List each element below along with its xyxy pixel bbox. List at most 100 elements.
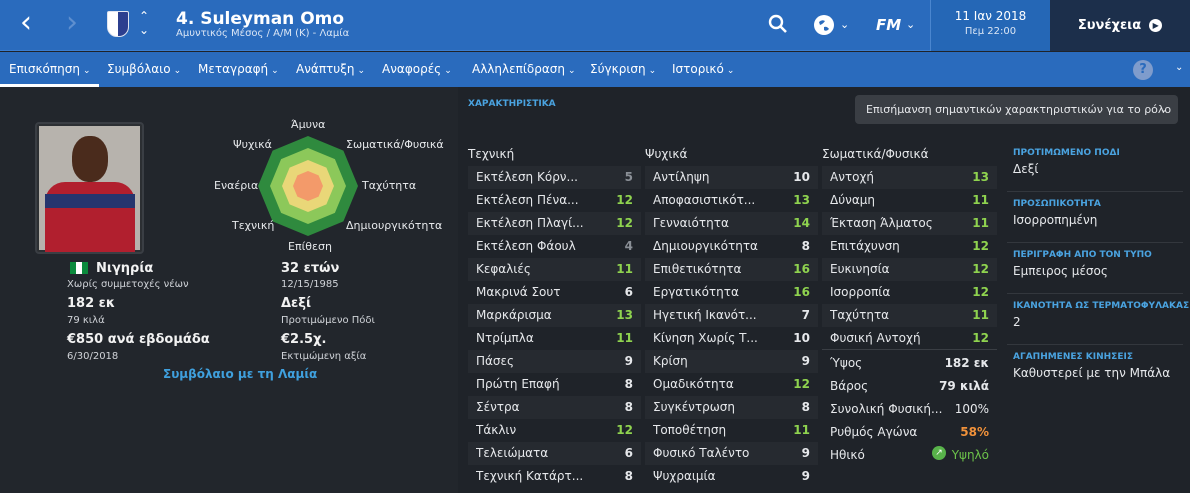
top-bar: ‹ › ⌃ ⌄ 4. Suleyman Omo Αμυντικός Μέσος /…: [0, 0, 1190, 51]
player-subtitle: Αμυντικός Μέσος / Α/Μ (Κ) - Λαμία: [176, 28, 350, 39]
continue-button[interactable]: Συνέχεια ▶: [1050, 0, 1190, 51]
tab-transfer[interactable]: Μεταγραφή ⌄: [198, 52, 279, 87]
attribute-value: 12: [616, 193, 633, 207]
chevron-down-icon: ⌄: [82, 66, 91, 76]
info-value: Δεξί: [1013, 162, 1039, 176]
divider: [1007, 191, 1183, 192]
tab-contract[interactable]: Συμβόλαιο ⌄: [107, 52, 181, 87]
chevron-down-icon: ⌄: [726, 66, 735, 76]
technical-attribute-row: Εκτέλεση Κόρν... 5: [468, 166, 641, 189]
attribute-value: 13: [793, 193, 810, 207]
physical-attribute-row: Ισορροπία 12: [822, 281, 997, 304]
physical-attribute-row: Ταχύτητα 11: [822, 304, 997, 327]
back-arrow-icon[interactable]: ‹: [20, 8, 32, 38]
attribute-value: 12: [972, 239, 989, 253]
attribute-name: Μαρκάρισμα: [476, 308, 552, 322]
technical-attribute-row: Μαρκάρισμα 13: [468, 304, 641, 327]
attribute-value: 12: [616, 423, 633, 437]
radar-label-creativity: Δημιουργικότητα: [346, 219, 443, 232]
info-name: Συνολική Φυσική...: [830, 402, 943, 416]
tab-interaction[interactable]: Αλληλεπίδραση ⌄: [472, 52, 576, 87]
globe-icon[interactable]: [814, 15, 834, 35]
attribute-name: Επιτάχυνση: [830, 239, 900, 253]
fm-logo[interactable]: FM: [876, 16, 901, 34]
mental-attribute-row: Κίνηση Χωρίς Τ... 10: [645, 327, 818, 350]
attribute-value: 12: [972, 331, 989, 345]
attribute-value: 9: [801, 354, 810, 368]
chevron-down-icon: ⌄: [444, 66, 452, 76]
tab-label: Αλληλεπίδραση: [472, 62, 565, 76]
attribute-value: 12: [616, 216, 633, 230]
tab-label: Επισκόπηση: [9, 62, 80, 76]
attribute-name: Ταχύτητα: [830, 308, 890, 322]
technical-attribute-row: Εκτέλεση Πένα... 12: [468, 189, 641, 212]
tab-label: Αναφορές: [382, 62, 442, 76]
contract-link[interactable]: Συμβόλαιο με τη Λαμία: [163, 367, 317, 381]
attribute-value: 8: [624, 400, 633, 414]
divider: [1007, 344, 1183, 345]
tab-history[interactable]: Ιστορικό ⌄: [672, 52, 734, 87]
technical-attribute-row: Τάκλιν 12: [468, 419, 641, 442]
tab-reports[interactable]: Αναφορές ⌄: [382, 52, 452, 87]
role-highlight-dropdown[interactable]: Επισήμανση σημαντικών χαρακτηριστικών γι…: [855, 95, 1178, 124]
chevron-down-icon: ⌄: [648, 66, 657, 76]
tab-label: Συμβόλαιο: [107, 62, 171, 76]
info-value: 2: [1013, 315, 1021, 329]
attribute-name: Τελειώματα: [476, 446, 549, 460]
mental-attribute-row: Επιθετικότητα 16: [645, 258, 818, 281]
attribute-name: Φυσικό Ταλέντο: [653, 446, 750, 460]
attribute-name: Ομαδικότητα: [653, 377, 734, 391]
mental-attribute-row: Δημιουργικότητα 8: [645, 235, 818, 258]
info-value: 79 κιλά: [939, 379, 989, 393]
search-icon[interactable]: [768, 14, 788, 39]
technical-attribute-row: Ντρίμπλα 11: [468, 327, 641, 350]
tab-comparison[interactable]: Σύγκριση ⌄: [590, 52, 656, 87]
attribute-value: 14: [793, 216, 810, 230]
morale-icon: ↗: [932, 446, 946, 460]
date-box: 11 Ιαν 2018 Πεμ 22:00: [930, 0, 1050, 51]
player-name: 4. Suleyman Omo: [176, 9, 345, 29]
attribute-value: 11: [972, 193, 989, 207]
attribute-name: Εκτέλεση Φάουλ: [476, 239, 576, 253]
attribute-value: 16: [793, 262, 810, 276]
mental-attribute-row: Αποφασιστικότ... 13: [645, 189, 818, 212]
attribute-value: 7: [801, 308, 810, 322]
technical-attribute-row: Τεχνική Κατάρτ... 8: [468, 465, 641, 488]
tab-overview[interactable]: Επισκόπηση ⌄: [0, 52, 100, 87]
info-name: Ηθικό: [830, 448, 865, 462]
preferred-foot: Δεξί: [281, 296, 312, 311]
info-name: Ύψος: [830, 356, 863, 370]
attribute-name: Τεχνική Κατάρτ...: [476, 469, 584, 483]
radar-core: [293, 171, 323, 201]
chevron-down-icon: ⌄: [1159, 104, 1168, 115]
tab-development[interactable]: Ανάπτυξη ⌄: [296, 52, 365, 87]
attribute-value: 4: [624, 239, 633, 253]
mental-attribute-row: Ηγετική Ικανότ... 7: [645, 304, 818, 327]
radar-label-aerial: Εναέρια: [214, 179, 259, 192]
forward-arrow-icon[interactable]: ›: [66, 8, 78, 38]
attribute-value: 9: [624, 354, 633, 368]
technical-attribute-row: Εκτέλεση Πλαγί... 12: [468, 212, 641, 235]
globe-chevron-down-icon[interactable]: ⌄: [840, 18, 849, 31]
help-icon[interactable]: ?: [1133, 60, 1153, 80]
player-switch-arrows-icon[interactable]: ⌃ ⌄: [139, 9, 149, 37]
info-value: Υψηλό: [951, 448, 989, 462]
radar-label-defense: Άμυνα: [291, 118, 326, 131]
attribute-name: Πρώτη Επαφή: [476, 377, 560, 391]
physical-attribute-row: Φυσική Αντοχή 12: [822, 327, 997, 350]
help-chevron-down-icon[interactable]: ⌄: [1175, 62, 1183, 73]
divider: [822, 349, 997, 350]
info-value: 100%: [954, 402, 989, 416]
mental-attribute-row: Εργατικότητα 16: [645, 281, 818, 304]
attribute-value: 5: [624, 170, 633, 184]
attribute-name: Φυσική Αντοχή: [830, 331, 921, 345]
info-heading: ΠΕΡΙΓΡΑΦΗ ΑΠΟ ΤΟΝ ΤΥΠΟ: [1013, 250, 1152, 260]
fm-chevron-down-icon[interactable]: ⌄: [906, 18, 915, 31]
attribute-value: 13: [972, 170, 989, 184]
radar-label-technique: Τεχνική: [232, 219, 275, 232]
physical-attribute-row: Επιτάχυνση 12: [822, 235, 997, 258]
attribute-name: Επιθετικότητα: [653, 262, 742, 276]
radar-label-mental: Ψυχικά: [233, 138, 272, 151]
attribute-value: 11: [972, 216, 989, 230]
technical-attribute-row: Πάσες 9: [468, 350, 641, 373]
